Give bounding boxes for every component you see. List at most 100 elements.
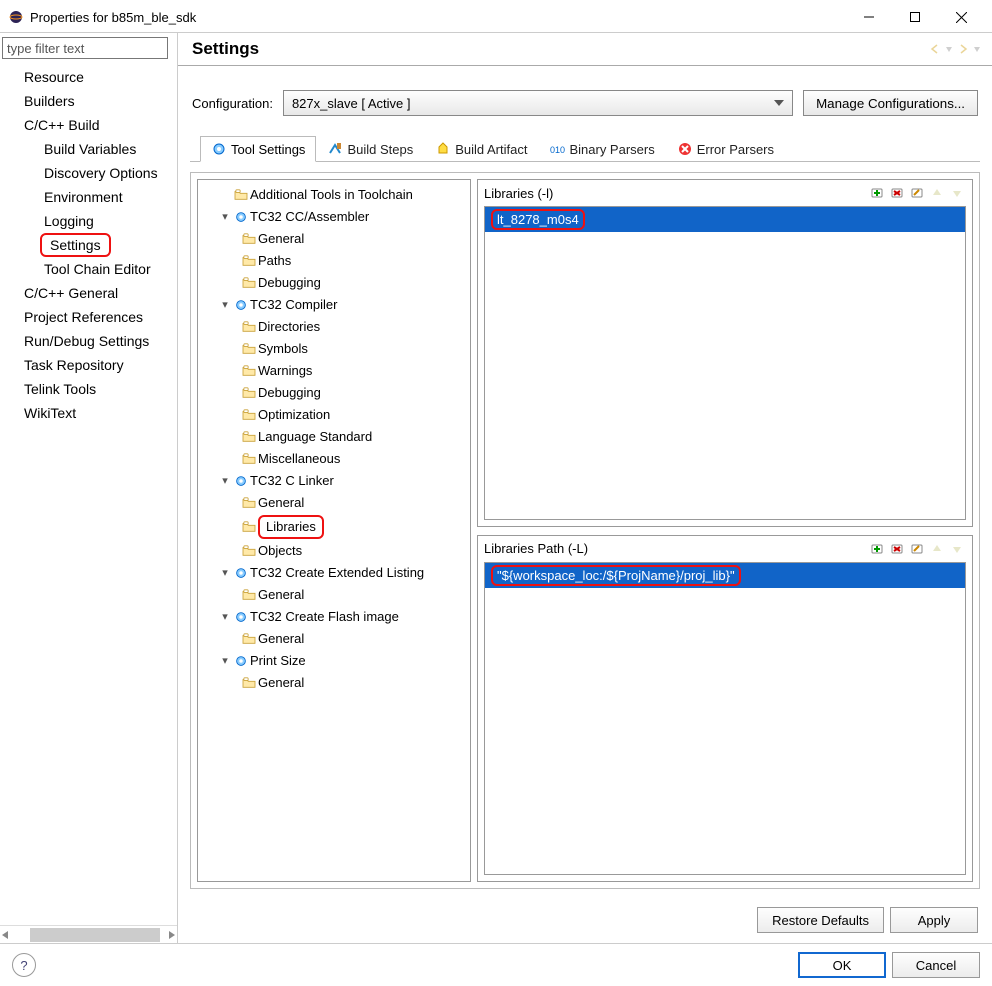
- tree-node[interactable]: ▾TC32 CC/Assembler: [200, 206, 468, 228]
- libraries-list[interactable]: lt_8278_m0s4: [484, 206, 966, 520]
- twist-icon[interactable]: ▾: [218, 651, 232, 671]
- tree-node[interactable]: Objects: [200, 540, 468, 562]
- nav-item[interactable]: Telink Tools: [4, 377, 177, 401]
- libraries-list-item[interactable]: lt_8278_m0s4: [485, 207, 965, 232]
- tree-node[interactable]: General: [200, 628, 468, 650]
- nav-item[interactable]: Environment: [4, 185, 177, 209]
- nav-item[interactable]: Tool Chain Editor: [4, 257, 177, 281]
- tree-node[interactable]: Warnings: [200, 360, 468, 382]
- libraries-path-list-block: Libraries Path (-L) "${workspace_loc:/${…: [477, 535, 973, 883]
- tree-node[interactable]: Debugging: [200, 272, 468, 294]
- tree-node[interactable]: Symbols: [200, 338, 468, 360]
- apply-button[interactable]: Apply: [890, 907, 978, 933]
- twist-icon[interactable]: ▾: [218, 563, 232, 583]
- libraries-path-list-item[interactable]: "${workspace_loc:/${ProjName}/proj_lib}": [485, 563, 965, 588]
- nav-item[interactable]: Discovery Options: [4, 161, 177, 185]
- twist-icon[interactable]: ▾: [218, 295, 232, 315]
- tree-node[interactable]: Directories: [200, 316, 468, 338]
- ok-button[interactable]: OK: [798, 952, 886, 978]
- tab-error-parsers[interactable]: Error Parsers: [666, 136, 785, 162]
- twist-icon[interactable]: ▾: [218, 607, 232, 627]
- tree-node[interactable]: General: [200, 492, 468, 514]
- filter-text-input[interactable]: [2, 37, 168, 59]
- tool-settings-tree[interactable]: Additional Tools in Toolchain▾TC32 CC/As…: [197, 179, 471, 882]
- add-icon[interactable]: [868, 184, 886, 202]
- folder-icon: [240, 631, 258, 647]
- heading-nav-arrows[interactable]: [928, 42, 982, 56]
- delete-icon[interactable]: [888, 184, 906, 202]
- tab-tool-settings[interactable]: Tool Settings: [200, 136, 316, 162]
- tree-node[interactable]: General: [200, 672, 468, 694]
- minimize-button[interactable]: [846, 4, 892, 30]
- cancel-button[interactable]: Cancel: [892, 952, 980, 978]
- nav-tree[interactable]: ResourceBuildersC/C++ BuildBuild Variabl…: [0, 63, 177, 925]
- tree-node[interactable]: Paths: [200, 250, 468, 272]
- nav-item[interactable]: Logging: [4, 209, 177, 233]
- tab-build-artifact[interactable]: Build Artifact: [424, 136, 538, 162]
- title-bar: Properties for b85m_ble_sdk: [0, 0, 992, 32]
- tree-node[interactable]: Debugging: [200, 382, 468, 404]
- folder-icon: [240, 385, 258, 401]
- libraries-list-block: Libraries (-l) lt_8278_m0s4: [477, 179, 973, 527]
- nav-item[interactable]: C/C++ General: [4, 281, 177, 305]
- nav-item[interactable]: Builders: [4, 89, 177, 113]
- folder-icon: [240, 363, 258, 379]
- move-down-icon[interactable]: [948, 540, 966, 558]
- edit-icon[interactable]: [908, 540, 926, 558]
- gear-icon: [232, 473, 250, 489]
- gear-icon: [232, 609, 250, 625]
- tab-icon: [435, 141, 451, 157]
- help-button[interactable]: ?: [12, 953, 36, 977]
- tree-node[interactable]: Optimization: [200, 404, 468, 426]
- tab-binary-parsers[interactable]: 010Binary Parsers: [538, 136, 665, 162]
- eclipse-icon: [8, 9, 24, 25]
- tree-node[interactable]: ▾TC32 Compiler: [200, 294, 468, 316]
- nav-item[interactable]: WikiText: [4, 401, 177, 425]
- manage-configurations-button[interactable]: Manage Configurations...: [803, 90, 978, 116]
- tree-node[interactable]: Language Standard: [200, 426, 468, 448]
- restore-defaults-button[interactable]: Restore Defaults: [757, 907, 884, 933]
- nav-pane: ResourceBuildersC/C++ BuildBuild Variabl…: [0, 33, 178, 943]
- nav-item[interactable]: Project References: [4, 305, 177, 329]
- nav-item[interactable]: Settings: [40, 233, 111, 257]
- add-icon[interactable]: [868, 540, 886, 558]
- twist-icon[interactable]: ▾: [218, 207, 232, 227]
- tree-node[interactable]: ▾TC32 Create Flash image: [200, 606, 468, 628]
- folder-icon: [232, 187, 250, 203]
- maximize-button[interactable]: [892, 4, 938, 30]
- tree-node[interactable]: ▾Print Size: [200, 650, 468, 672]
- tree-node[interactable]: General: [200, 584, 468, 606]
- libraries-label: Libraries (-l): [484, 186, 868, 201]
- tree-node[interactable]: Miscellaneous: [200, 448, 468, 470]
- tab-icon: 010: [549, 141, 565, 157]
- gear-icon: [232, 653, 250, 669]
- configuration-combo[interactable]: 827x_slave [ Active ]: [283, 90, 793, 116]
- tree-node[interactable]: ▾TC32 Create Extended Listing: [200, 562, 468, 584]
- nav-item[interactable]: Run/Debug Settings: [4, 329, 177, 353]
- nav-item[interactable]: Build Variables: [4, 137, 177, 161]
- tree-node[interactable]: Additional Tools in Toolchain: [200, 184, 468, 206]
- tree-node[interactable]: ▾TC32 C Linker: [200, 470, 468, 492]
- close-button[interactable]: [938, 4, 984, 30]
- tree-node[interactable]: General: [200, 228, 468, 250]
- libraries-path-list[interactable]: "${workspace_loc:/${ProjName}/proj_lib}": [484, 562, 966, 876]
- move-up-icon[interactable]: [928, 540, 946, 558]
- nav-item[interactable]: Resource: [4, 65, 177, 89]
- folder-icon: [240, 429, 258, 445]
- move-down-icon[interactable]: [948, 184, 966, 202]
- folder-icon: [240, 253, 258, 269]
- window-title: Properties for b85m_ble_sdk: [30, 10, 846, 25]
- twist-icon[interactable]: ▾: [218, 471, 232, 491]
- folder-icon: [240, 675, 258, 691]
- nav-item[interactable]: C/C++ Build: [4, 113, 177, 137]
- folder-icon: [240, 275, 258, 291]
- libraries-path-label: Libraries Path (-L): [484, 541, 868, 556]
- nav-horizontal-scrollbar[interactable]: [0, 925, 177, 943]
- tree-node[interactable]: Libraries: [200, 514, 468, 540]
- tab-build-steps[interactable]: Build Steps: [316, 136, 424, 162]
- folder-icon: [240, 519, 258, 535]
- move-up-icon[interactable]: [928, 184, 946, 202]
- delete-icon[interactable]: [888, 540, 906, 558]
- nav-item[interactable]: Task Repository: [4, 353, 177, 377]
- edit-icon[interactable]: [908, 184, 926, 202]
